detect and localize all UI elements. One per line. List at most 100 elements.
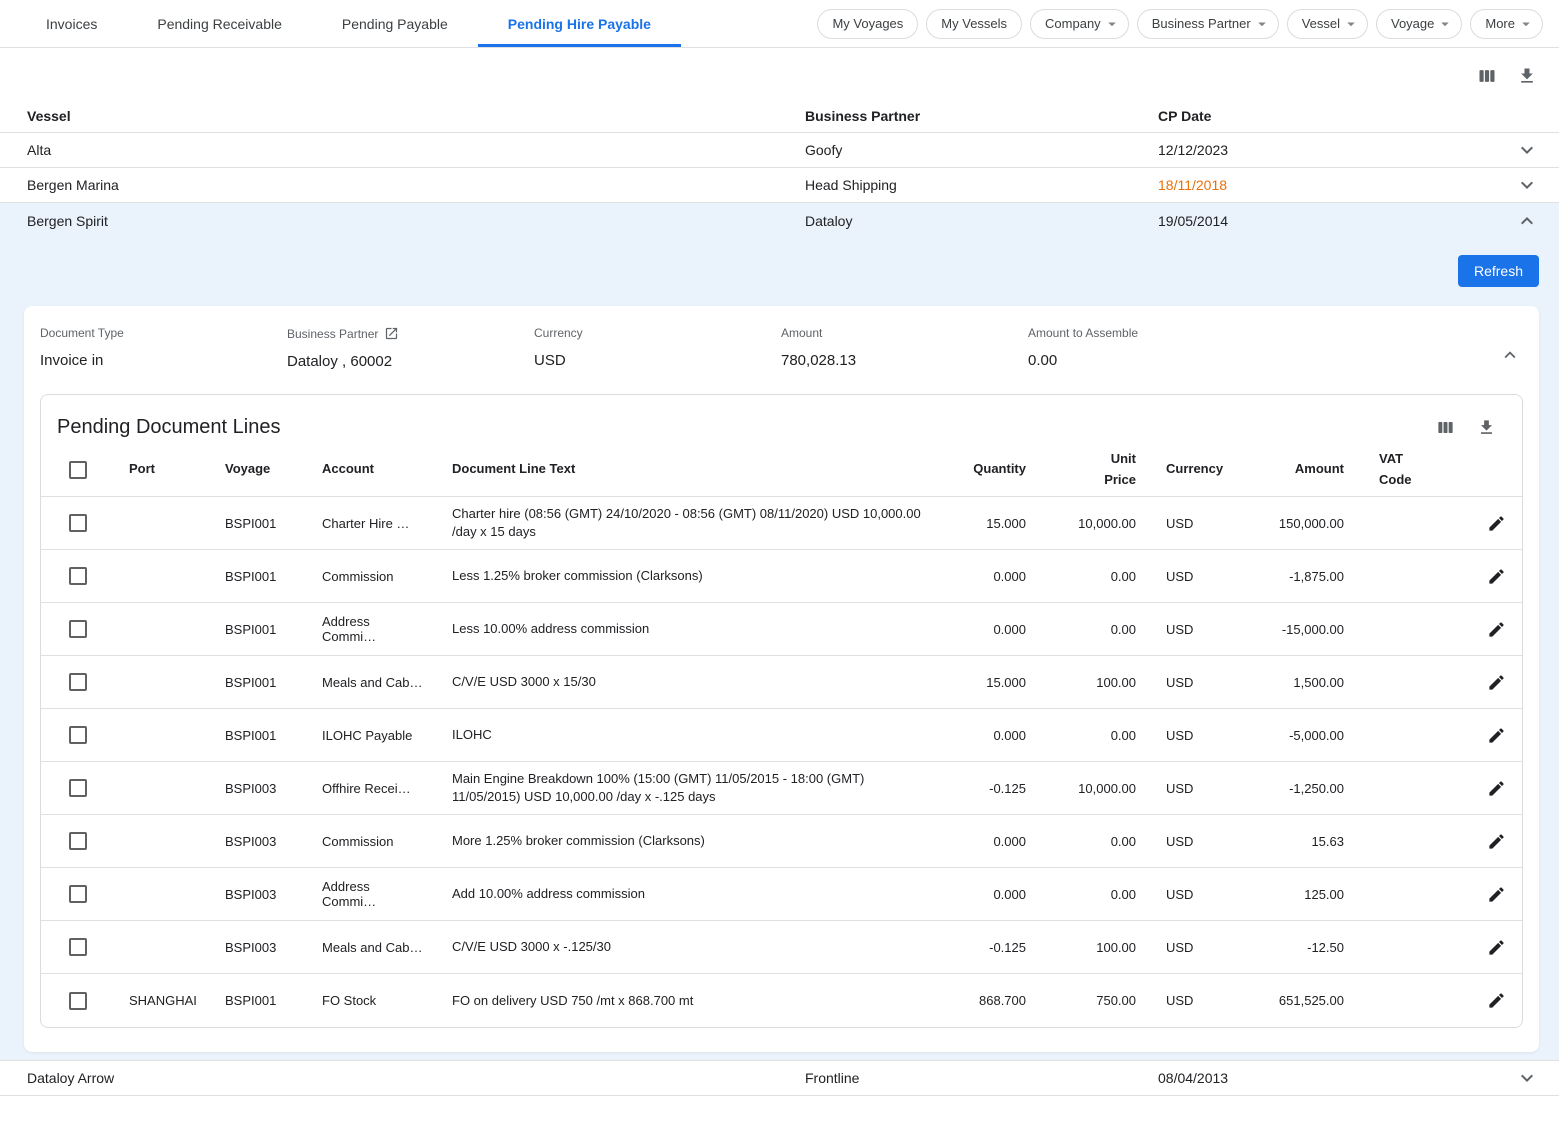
- unit-price-column-header: Unit Price: [1034, 449, 1144, 491]
- filter-chip-my-vessels[interactable]: My Vessels: [926, 9, 1022, 39]
- download-icon[interactable]: [1517, 66, 1537, 86]
- row-checkbox[interactable]: [69, 726, 87, 744]
- row-checkbox[interactable]: [69, 938, 87, 956]
- line-text-cell: Main Engine Breakdown 100% (15:00 (GMT) …: [424, 770, 939, 806]
- tab-invoices[interactable]: Invoices: [16, 0, 127, 47]
- edit-icon[interactable]: [1487, 938, 1506, 957]
- line-text-cell: Add 10.00% address commission: [424, 885, 939, 903]
- document-line-row: BSPI001 Charter Hire … Charter hire (08:…: [41, 497, 1522, 550]
- line-text-cell: ILOHC: [424, 726, 939, 744]
- edit-icon[interactable]: [1487, 832, 1506, 851]
- select-all-checkbox[interactable]: [69, 461, 87, 479]
- document-lines-header-row: Port Voyage Account Document Line Text Q…: [41, 443, 1522, 497]
- document-lines-body: BSPI001 Charter Hire … Charter hire (08:…: [41, 497, 1522, 1027]
- row-checkbox[interactable]: [69, 620, 87, 638]
- row-checkbox[interactable]: [69, 779, 87, 797]
- refresh-button-row: Refresh: [0, 238, 1559, 287]
- document-line-row: BSPI003 Address Commi… Add 10.00% addres…: [41, 868, 1522, 921]
- document-line-row: BSPI001 Meals and Cab… C/V/E USD 3000 x …: [41, 656, 1522, 709]
- download-icon[interactable]: [1477, 418, 1496, 437]
- filter-chip-company[interactable]: Company: [1030, 9, 1129, 39]
- edit-icon[interactable]: [1487, 514, 1506, 533]
- chevron-down-icon[interactable]: [1513, 173, 1539, 197]
- line-unit-price: 0.00: [1034, 622, 1144, 637]
- line-currency: USD: [1144, 728, 1234, 743]
- line-amount: 651,525.00: [1234, 993, 1354, 1008]
- pending-hire-payable-page: InvoicesPending ReceivablePending Payabl…: [0, 0, 1559, 1127]
- row-checkbox[interactable]: [69, 992, 87, 1010]
- field-label: Document Type: [40, 326, 124, 340]
- row-checkbox[interactable]: [69, 514, 87, 532]
- business-partner-value: Dataloy , 60002: [287, 353, 534, 370]
- row-checkbox[interactable]: [69, 567, 87, 585]
- filter-chip-my-voyages[interactable]: My Voyages: [817, 9, 918, 39]
- filter-chip-label: Vessel: [1302, 16, 1340, 31]
- document-header-fields: Document Type Invoice in Business Partne…: [24, 326, 1539, 370]
- line-unit-price: 100.00: [1034, 940, 1144, 955]
- row-checkbox[interactable]: [69, 832, 87, 850]
- dropdown-caret-icon: [1436, 15, 1454, 33]
- filter-chip-vessel[interactable]: Vessel: [1287, 9, 1368, 39]
- filter-chip-voyage[interactable]: Voyage: [1376, 9, 1462, 39]
- port-column-header: Port: [101, 459, 197, 480]
- filter-chip-more[interactable]: More: [1470, 9, 1543, 39]
- edit-icon[interactable]: [1487, 991, 1506, 1010]
- line-amount: 150,000.00: [1234, 516, 1354, 531]
- chevron-down-icon[interactable]: [1513, 1066, 1539, 1090]
- field-amount-to-assemble: Amount to Assemble 0.00: [1028, 326, 1275, 370]
- filter-chip-business-partner[interactable]: Business Partner: [1137, 9, 1279, 39]
- vessel-row-alta[interactable]: Alta Goofy 12/12/2023: [0, 133, 1559, 168]
- vessel-row-bergen-marina[interactable]: Bergen Marina Head Shipping 18/11/2018: [0, 168, 1559, 203]
- edit-icon[interactable]: [1487, 567, 1506, 586]
- line-account: Meals and Cab…: [294, 675, 424, 690]
- line-text-cell: FO on delivery USD 750 /mt x 868.700 mt: [424, 992, 939, 1010]
- vessel-row-bergen-spirit[interactable]: Bergen Spirit Dataloy 19/05/2014: [0, 203, 1559, 238]
- tab-pending-payable[interactable]: Pending Payable: [312, 0, 478, 47]
- line-text: C/V/E USD 3000 x -.125/30: [452, 938, 611, 956]
- edit-icon[interactable]: [1487, 885, 1506, 904]
- line-unit-price: 10,000.00: [1034, 516, 1144, 531]
- dropdown-caret-icon: [1517, 15, 1535, 33]
- field-label: Currency: [534, 326, 583, 340]
- line-amount: -5,000.00: [1234, 728, 1354, 743]
- document-line-row: BSPI001 Commission Less 1.25% broker com…: [41, 550, 1522, 603]
- line-amount: 125.00: [1234, 887, 1354, 902]
- line-amount: -12.50: [1234, 940, 1354, 955]
- document-line-row: SHANGHAI BSPI001 FO Stock FO on delivery…: [41, 974, 1522, 1027]
- line-account: ILOHC Payable: [294, 728, 424, 743]
- row-checkbox[interactable]: [69, 885, 87, 903]
- line-quantity: 0.000: [939, 569, 1034, 584]
- edit-icon[interactable]: [1487, 779, 1506, 798]
- column-selector-icon[interactable]: [1436, 418, 1455, 437]
- collapse-document-icon[interactable]: [1499, 344, 1521, 366]
- line-text: FO on delivery USD 750 /mt x 868.700 mt: [452, 992, 693, 1010]
- refresh-button[interactable]: Refresh: [1458, 255, 1539, 287]
- expanded-vessel-section: Bergen Spirit Dataloy 19/05/2014 Refresh…: [0, 203, 1559, 1061]
- line-currency: USD: [1144, 516, 1234, 531]
- field-label: Amount: [781, 326, 822, 340]
- pending-document-lines-card: Pending Document Lines Port: [40, 394, 1523, 1028]
- filter-chip-label: Company: [1045, 16, 1101, 31]
- filter-chip-label: My Vessels: [941, 16, 1007, 31]
- edit-icon[interactable]: [1487, 620, 1506, 639]
- row-checkbox[interactable]: [69, 673, 87, 691]
- document-line-row: BSPI001 Address Commi… Less 10.00% addre…: [41, 603, 1522, 656]
- edit-icon[interactable]: [1487, 726, 1506, 745]
- column-selector-icon[interactable]: [1477, 66, 1497, 86]
- open-in-new-icon[interactable]: [384, 326, 399, 341]
- line-unit-price: 0.00: [1034, 569, 1144, 584]
- chevron-down-icon[interactable]: [1513, 138, 1539, 162]
- cp-date: 12/12/2023: [1158, 142, 1513, 158]
- chevron-up-icon[interactable]: [1513, 209, 1539, 233]
- tab-pending-receivable[interactable]: Pending Receivable: [127, 0, 312, 47]
- amount-column-header: Amount: [1234, 459, 1354, 480]
- tab-pending-hire-payable[interactable]: Pending Hire Payable: [478, 0, 681, 47]
- field-amount: Amount 780,028.13: [781, 326, 1028, 370]
- line-text-cell: Less 1.25% broker commission (Clarksons): [424, 567, 939, 585]
- vessel-name: Alta: [27, 142, 805, 158]
- edit-icon[interactable]: [1487, 673, 1506, 692]
- business-partner-name: Frontline: [805, 1070, 1158, 1086]
- vessel-row-dataloy-arrow[interactable]: Dataloy Arrow Frontline 08/04/2013: [0, 1061, 1559, 1096]
- line-currency: USD: [1144, 887, 1234, 902]
- vessel-table-header-row: Vessel Business Partner CP Date: [0, 100, 1559, 133]
